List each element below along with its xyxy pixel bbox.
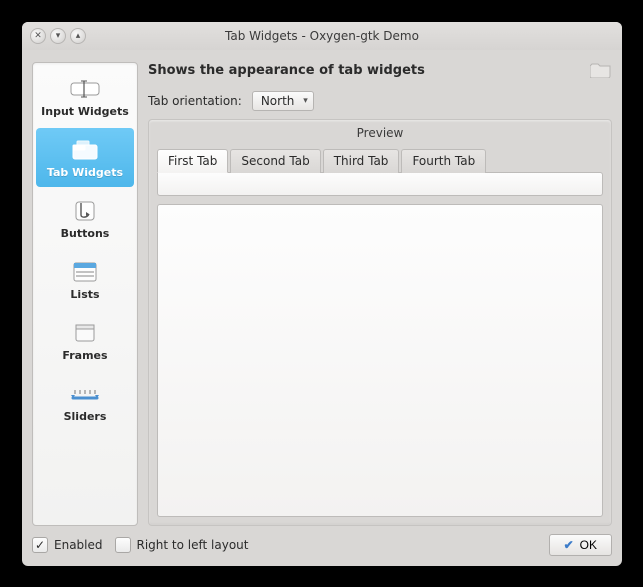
sidebar-item-label: Buttons	[61, 227, 110, 240]
sidebar: Input Widgets Tab Widgets	[32, 62, 138, 526]
sliders-icon	[69, 382, 101, 406]
lists-icon	[69, 260, 101, 284]
input-widgets-icon	[69, 77, 101, 101]
checkbox-box	[32, 537, 48, 553]
folder-icon	[590, 60, 612, 81]
rtl-checkbox[interactable]: Right to left layout	[115, 537, 249, 553]
preview-panel: Preview First Tab Second Tab Third Tab F…	[148, 119, 612, 526]
tab-content-area	[157, 204, 603, 517]
ok-label: OK	[580, 538, 597, 552]
tab-second[interactable]: Second Tab	[230, 149, 320, 173]
orientation-combo[interactable]: North ▾	[252, 91, 314, 111]
tab-fourth[interactable]: Fourth Tab	[401, 149, 486, 173]
sidebar-item-input-widgets[interactable]: Input Widgets	[36, 67, 134, 126]
chevron-down-icon: ▾	[303, 96, 308, 106]
app-window: ✕ ▾ ▴ Tab Widgets - Oxygen-gtk Demo Inpu	[22, 22, 622, 566]
window-title: Tab Widgets - Oxygen-gtk Demo	[22, 29, 622, 43]
orientation-label: Tab orientation:	[148, 94, 242, 108]
maximize-window-button[interactable]: ▴	[70, 28, 86, 44]
sidebar-item-tab-widgets[interactable]: Tab Widgets	[36, 128, 134, 187]
sidebar-item-label: Lists	[70, 288, 99, 301]
close-window-button[interactable]: ✕	[30, 28, 46, 44]
preview-label: Preview	[157, 120, 603, 148]
sidebar-item-label: Frames	[62, 349, 107, 362]
tab-page-strip	[157, 172, 603, 196]
checkbox-box	[115, 537, 131, 553]
sidebar-item-sliders[interactable]: Sliders	[36, 372, 134, 431]
content-area: Input Widgets Tab Widgets	[22, 50, 622, 566]
footer: Enabled Right to left layout ✔ OK	[32, 526, 612, 556]
tab-bar: First Tab Second Tab Third Tab Fourth Ta…	[157, 148, 603, 172]
page-title: Shows the appearance of tab widgets	[148, 63, 425, 78]
sidebar-item-frames[interactable]: Frames	[36, 311, 134, 370]
orientation-value: North	[261, 94, 295, 108]
sidebar-item-label: Sliders	[64, 410, 107, 423]
sidebar-item-buttons[interactable]: Buttons	[36, 189, 134, 248]
sidebar-item-label: Tab Widgets	[47, 166, 123, 179]
minimize-window-button[interactable]: ▾	[50, 28, 66, 44]
tab-third[interactable]: Third Tab	[323, 149, 400, 173]
ok-check-icon: ✔	[564, 538, 574, 552]
frames-icon	[69, 321, 101, 345]
main-pane: Shows the appearance of tab widgets Tab …	[148, 58, 612, 526]
enabled-label: Enabled	[54, 538, 103, 552]
tab-first[interactable]: First Tab	[157, 149, 228, 173]
tab-widgets-icon	[69, 138, 101, 162]
sidebar-item-lists[interactable]: Lists	[36, 250, 134, 309]
titlebar: ✕ ▾ ▴ Tab Widgets - Oxygen-gtk Demo	[22, 22, 622, 50]
ok-button[interactable]: ✔ OK	[549, 534, 612, 556]
rtl-label: Right to left layout	[137, 538, 249, 552]
enabled-checkbox[interactable]: Enabled	[32, 537, 103, 553]
sidebar-item-label: Input Widgets	[41, 105, 129, 118]
buttons-icon	[69, 199, 101, 223]
